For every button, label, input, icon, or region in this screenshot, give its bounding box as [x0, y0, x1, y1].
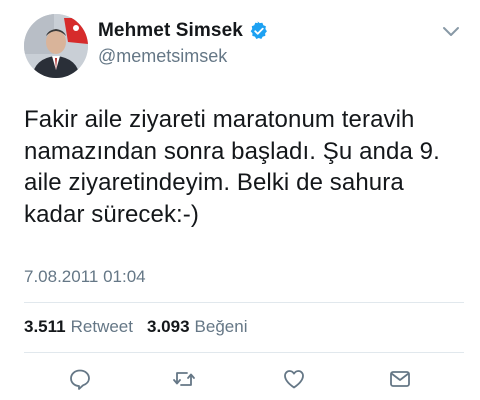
like-label: Beğeni	[194, 317, 248, 336]
like-stat[interactable]: 3.093 Beğeni	[147, 317, 247, 337]
divider	[24, 302, 464, 303]
tweet-header: Mehmet Simsek @memetsimsek	[24, 14, 464, 78]
divider	[24, 352, 464, 353]
avatar[interactable]	[24, 14, 88, 78]
reply-button[interactable]	[66, 365, 94, 393]
display-name-row: Mehmet Simsek	[98, 19, 269, 43]
retweet-label: Retweet	[70, 317, 133, 336]
author-names: Mehmet Simsek @memetsimsek	[98, 19, 269, 67]
action-bar	[24, 365, 464, 393]
verified-badge-icon	[250, 21, 267, 39]
retweet-icon	[173, 372, 195, 386]
share-button[interactable]	[386, 365, 414, 393]
share-icon	[390, 371, 410, 387]
like-button[interactable]	[280, 365, 308, 393]
handle[interactable]: @memetsimsek	[98, 46, 269, 67]
display-name[interactable]: Mehmet Simsek	[98, 20, 243, 42]
retweet-button[interactable]	[170, 365, 198, 393]
avatar-image	[24, 14, 88, 78]
retweet-count: 3.511	[24, 317, 66, 336]
tweet-timestamp[interactable]: 7.08.2011 01:04	[24, 267, 146, 287]
reply-icon	[70, 369, 90, 390]
like-count: 3.093	[146, 317, 190, 336]
like-icon	[284, 370, 304, 389]
retweet-stat[interactable]: 3.511 Retweet	[24, 317, 133, 337]
tweet-text: Fakir aile ziyareti maratonum teravih na…	[24, 106, 440, 228]
chevron-down-icon[interactable]	[442, 26, 460, 38]
engagement-stats: 3.511 Retweet 3.093 Beğeni	[24, 317, 261, 337]
tweet-card: Mehmet Simsek @memetsimsek Fakir aile zi…	[0, 0, 480, 400]
